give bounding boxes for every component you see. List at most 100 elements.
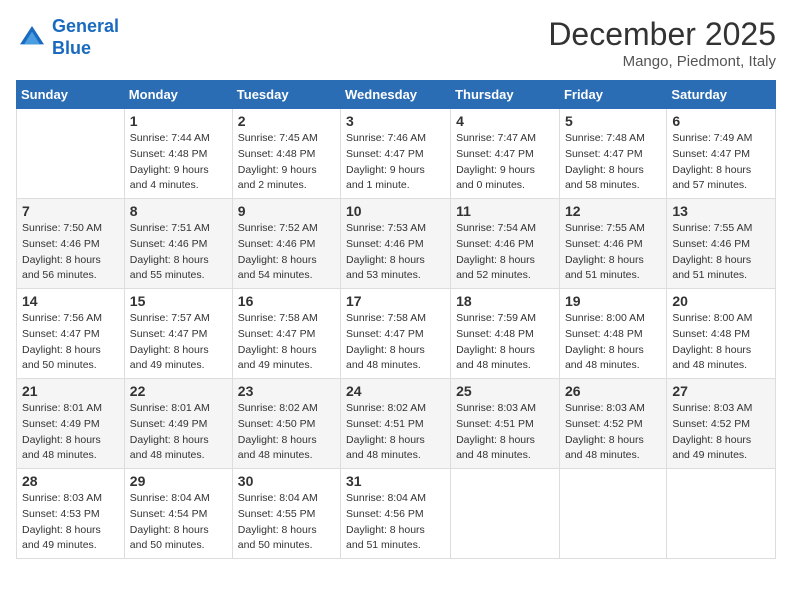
calendar-cell: 7 Sunrise: 7:50 AMSunset: 4:46 PMDaylight… [17, 199, 125, 289]
header-day-friday: Friday [559, 81, 666, 109]
day-info: Sunrise: 8:04 AMSunset: 4:54 PMDaylight:… [130, 491, 227, 554]
calendar-week-row: 28Sunrise: 8:03 AMSunset: 4:53 PMDayligh… [17, 469, 776, 559]
day-number: 31 [346, 473, 445, 489]
header-day-saturday: Saturday [667, 81, 776, 109]
day-info: Sunrise: 8:00 AMSunset: 4:48 PMDaylight:… [565, 311, 661, 374]
day-info: Sunrise: 7:56 AMSunset: 4:47 PMDaylight:… [22, 311, 119, 374]
day-info: Sunrise: 7:49 AMSunset: 4:47 PMDaylight:… [672, 131, 770, 194]
day-number: 26 [565, 383, 661, 399]
day-info: Sunrise: 8:04 AMSunset: 4:55 PMDaylight:… [238, 491, 335, 554]
logo-icon [16, 22, 48, 54]
calendar-cell: 9 Sunrise: 7:52 AMSunset: 4:46 PMDaylight… [232, 199, 340, 289]
day-info: Sunrise: 7:45 AMSunset: 4:48 PMDaylight:… [238, 131, 335, 194]
day-number: 6 [672, 113, 770, 129]
day-info: Sunrise: 7:59 AMSunset: 4:48 PMDaylight:… [456, 311, 554, 374]
calendar-cell: 23Sunrise: 8:02 AMSunset: 4:50 PMDayligh… [232, 379, 340, 469]
day-number: 25 [456, 383, 554, 399]
day-number: 19 [565, 293, 661, 309]
calendar-cell: 15 Sunrise: 7:57 AMSunset: 4:47 PMDayligh… [124, 289, 232, 379]
title-area: December 2025 Mango, Piedmont, Italy [548, 16, 776, 70]
header-day-monday: Monday [124, 81, 232, 109]
logo-line2: Blue [52, 38, 91, 58]
day-number: 15 [130, 293, 227, 309]
calendar-cell: 22 Sunrise: 8:01 AMSunset: 4:49 PMDayligh… [124, 379, 232, 469]
calendar-cell [667, 469, 776, 559]
day-info: Sunrise: 7:58 AMSunset: 4:47 PMDaylight:… [346, 311, 445, 374]
day-info: Sunrise: 8:00 AMSunset: 4:48 PMDaylight:… [672, 311, 770, 374]
calendar-cell: 5 Sunrise: 7:48 AMSunset: 4:47 PMDaylight… [559, 109, 666, 199]
calendar-cell: 3 Sunrise: 7:46 AMSunset: 4:47 PMDaylight… [341, 109, 451, 199]
calendar-cell: 19 Sunrise: 8:00 AMSunset: 4:48 PMDayligh… [559, 289, 666, 379]
day-number: 27 [672, 383, 770, 399]
calendar-cell [451, 469, 560, 559]
day-info: Sunrise: 8:01 AMSunset: 4:49 PMDaylight:… [130, 401, 227, 464]
day-info: Sunrise: 8:02 AMSunset: 4:50 PMDaylight:… [238, 401, 335, 464]
day-info: Sunrise: 7:54 AMSunset: 4:46 PMDaylight:… [456, 221, 554, 284]
day-info: Sunrise: 7:51 AMSunset: 4:46 PMDaylight:… [130, 221, 227, 284]
day-info: Sunrise: 7:44 AMSunset: 4:48 PMDaylight:… [130, 131, 227, 194]
day-number: 9 [238, 203, 335, 219]
day-info: Sunrise: 7:50 AMSunset: 4:46 PMDaylight:… [22, 221, 119, 284]
day-info: Sunrise: 7:47 AMSunset: 4:47 PMDaylight:… [456, 131, 554, 194]
day-number: 28 [22, 473, 119, 489]
day-number: 18 [456, 293, 554, 309]
day-info: Sunrise: 8:03 AMSunset: 4:51 PMDaylight:… [456, 401, 554, 464]
day-number: 13 [672, 203, 770, 219]
day-info: Sunrise: 7:52 AMSunset: 4:46 PMDaylight:… [238, 221, 335, 284]
calendar-cell: 8 Sunrise: 7:51 AMSunset: 4:46 PMDaylight… [124, 199, 232, 289]
day-number: 30 [238, 473, 335, 489]
day-info: Sunrise: 7:48 AMSunset: 4:47 PMDaylight:… [565, 131, 661, 194]
day-number: 2 [238, 113, 335, 129]
calendar-cell: 29Sunrise: 8:04 AMSunset: 4:54 PMDayligh… [124, 469, 232, 559]
calendar-cell: 28Sunrise: 8:03 AMSunset: 4:53 PMDayligh… [17, 469, 125, 559]
calendar-cell: 26Sunrise: 8:03 AMSunset: 4:52 PMDayligh… [559, 379, 666, 469]
calendar-week-row: 14 Sunrise: 7:56 AMSunset: 4:47 PMDayligh… [17, 289, 776, 379]
day-number: 20 [672, 293, 770, 309]
calendar-cell: 27Sunrise: 8:03 AMSunset: 4:52 PMDayligh… [667, 379, 776, 469]
calendar-cell: 2 Sunrise: 7:45 AMSunset: 4:48 PMDaylight… [232, 109, 340, 199]
day-number: 8 [130, 203, 227, 219]
logo: General Blue [16, 16, 119, 59]
day-number: 7 [22, 203, 119, 219]
calendar-cell: 24 Sunrise: 8:02 AMSunset: 4:51 PMDayligh… [341, 379, 451, 469]
day-info: Sunrise: 8:04 AMSunset: 4:56 PMDaylight:… [346, 491, 445, 554]
calendar-cell [17, 109, 125, 199]
day-number: 3 [346, 113, 445, 129]
calendar-header-row: SundayMondayTuesdayWednesdayThursdayFrid… [17, 81, 776, 109]
day-number: 17 [346, 293, 445, 309]
day-info: Sunrise: 7:58 AMSunset: 4:47 PMDaylight:… [238, 311, 335, 374]
logo-text: General Blue [52, 16, 119, 59]
calendar-cell: 25 Sunrise: 8:03 AMSunset: 4:51 PMDayligh… [451, 379, 560, 469]
calendar-cell: 10Sunrise: 7:53 AMSunset: 4:46 PMDayligh… [341, 199, 451, 289]
logo-line1: General [52, 16, 119, 36]
calendar-cell: 18 Sunrise: 7:59 AMSunset: 4:48 PMDayligh… [451, 289, 560, 379]
day-info: Sunrise: 7:57 AMSunset: 4:47 PMDaylight:… [130, 311, 227, 374]
calendar-week-row: 1 Sunrise: 7:44 AMSunset: 4:48 PMDaylight… [17, 109, 776, 199]
calendar-cell: 11 Sunrise: 7:54 AMSunset: 4:46 PMDayligh… [451, 199, 560, 289]
day-number: 4 [456, 113, 554, 129]
calendar-cell: 14 Sunrise: 7:56 AMSunset: 4:47 PMDayligh… [17, 289, 125, 379]
calendar-cell: 16 Sunrise: 7:58 AMSunset: 4:47 PMDayligh… [232, 289, 340, 379]
day-number: 14 [22, 293, 119, 309]
calendar-cell: 21Sunrise: 8:01 AMSunset: 4:49 PMDayligh… [17, 379, 125, 469]
header-day-tuesday: Tuesday [232, 81, 340, 109]
calendar-week-row: 7 Sunrise: 7:50 AMSunset: 4:46 PMDaylight… [17, 199, 776, 289]
header-day-thursday: Thursday [451, 81, 560, 109]
day-number: 16 [238, 293, 335, 309]
header-day-sunday: Sunday [17, 81, 125, 109]
calendar-cell [559, 469, 666, 559]
calendar-cell: 17 Sunrise: 7:58 AMSunset: 4:47 PMDayligh… [341, 289, 451, 379]
day-number: 21 [22, 383, 119, 399]
day-number: 11 [456, 203, 554, 219]
day-info: Sunrise: 7:55 AMSunset: 4:46 PMDaylight:… [565, 221, 661, 284]
calendar-cell: 31 Sunrise: 8:04 AMSunset: 4:56 PMDayligh… [341, 469, 451, 559]
day-number: 22 [130, 383, 227, 399]
day-number: 5 [565, 113, 661, 129]
calendar-cell: 4 Sunrise: 7:47 AMSunset: 4:47 PMDaylight… [451, 109, 560, 199]
page-header: General Blue December 2025 Mango, Piedmo… [16, 16, 776, 70]
day-number: 12 [565, 203, 661, 219]
day-info: Sunrise: 7:46 AMSunset: 4:47 PMDaylight:… [346, 131, 445, 194]
day-number: 1 [130, 113, 227, 129]
day-info: Sunrise: 8:02 AMSunset: 4:51 PMDaylight:… [346, 401, 445, 464]
day-number: 24 [346, 383, 445, 399]
